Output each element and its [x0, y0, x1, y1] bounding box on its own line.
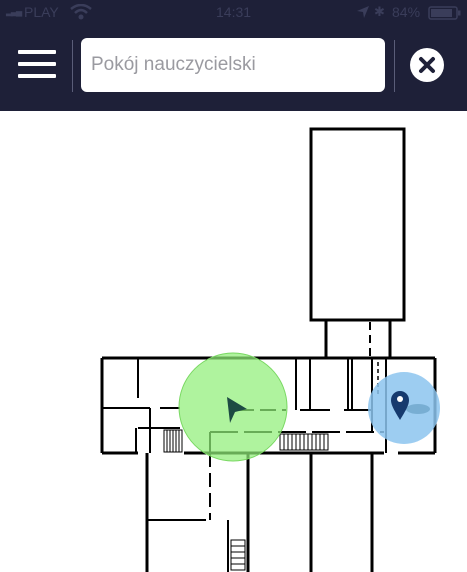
divider-right: [394, 40, 395, 92]
floor-plan-walls: [100, 127, 437, 572]
clock: 14:31: [216, 4, 252, 20]
app-header: ▂▃▄ PLAY 14:31 ✱ 84% Pokój nauczycielski: [0, 0, 467, 111]
carrier-label: PLAY: [24, 4, 59, 20]
pin-shadow: [406, 404, 430, 414]
search-input[interactable]: Pokój nauczycielski: [81, 38, 385, 92]
wifi-icon: [70, 4, 92, 20]
battery-percent: 84%: [392, 4, 421, 20]
signal-icon: ▂▃▄: [6, 6, 22, 16]
divider-left: [72, 40, 73, 92]
hamburger-icon[interactable]: [18, 50, 56, 78]
close-icon[interactable]: [410, 48, 444, 82]
bluetooth-icon: ✱: [374, 4, 385, 19]
location-arrow-icon: [357, 6, 369, 18]
floor-plan-map[interactable]: [0, 111, 467, 572]
battery-icon: [428, 6, 461, 20]
status-bar: ▂▃▄ PLAY 14:31 ✱ 84%: [0, 0, 467, 26]
